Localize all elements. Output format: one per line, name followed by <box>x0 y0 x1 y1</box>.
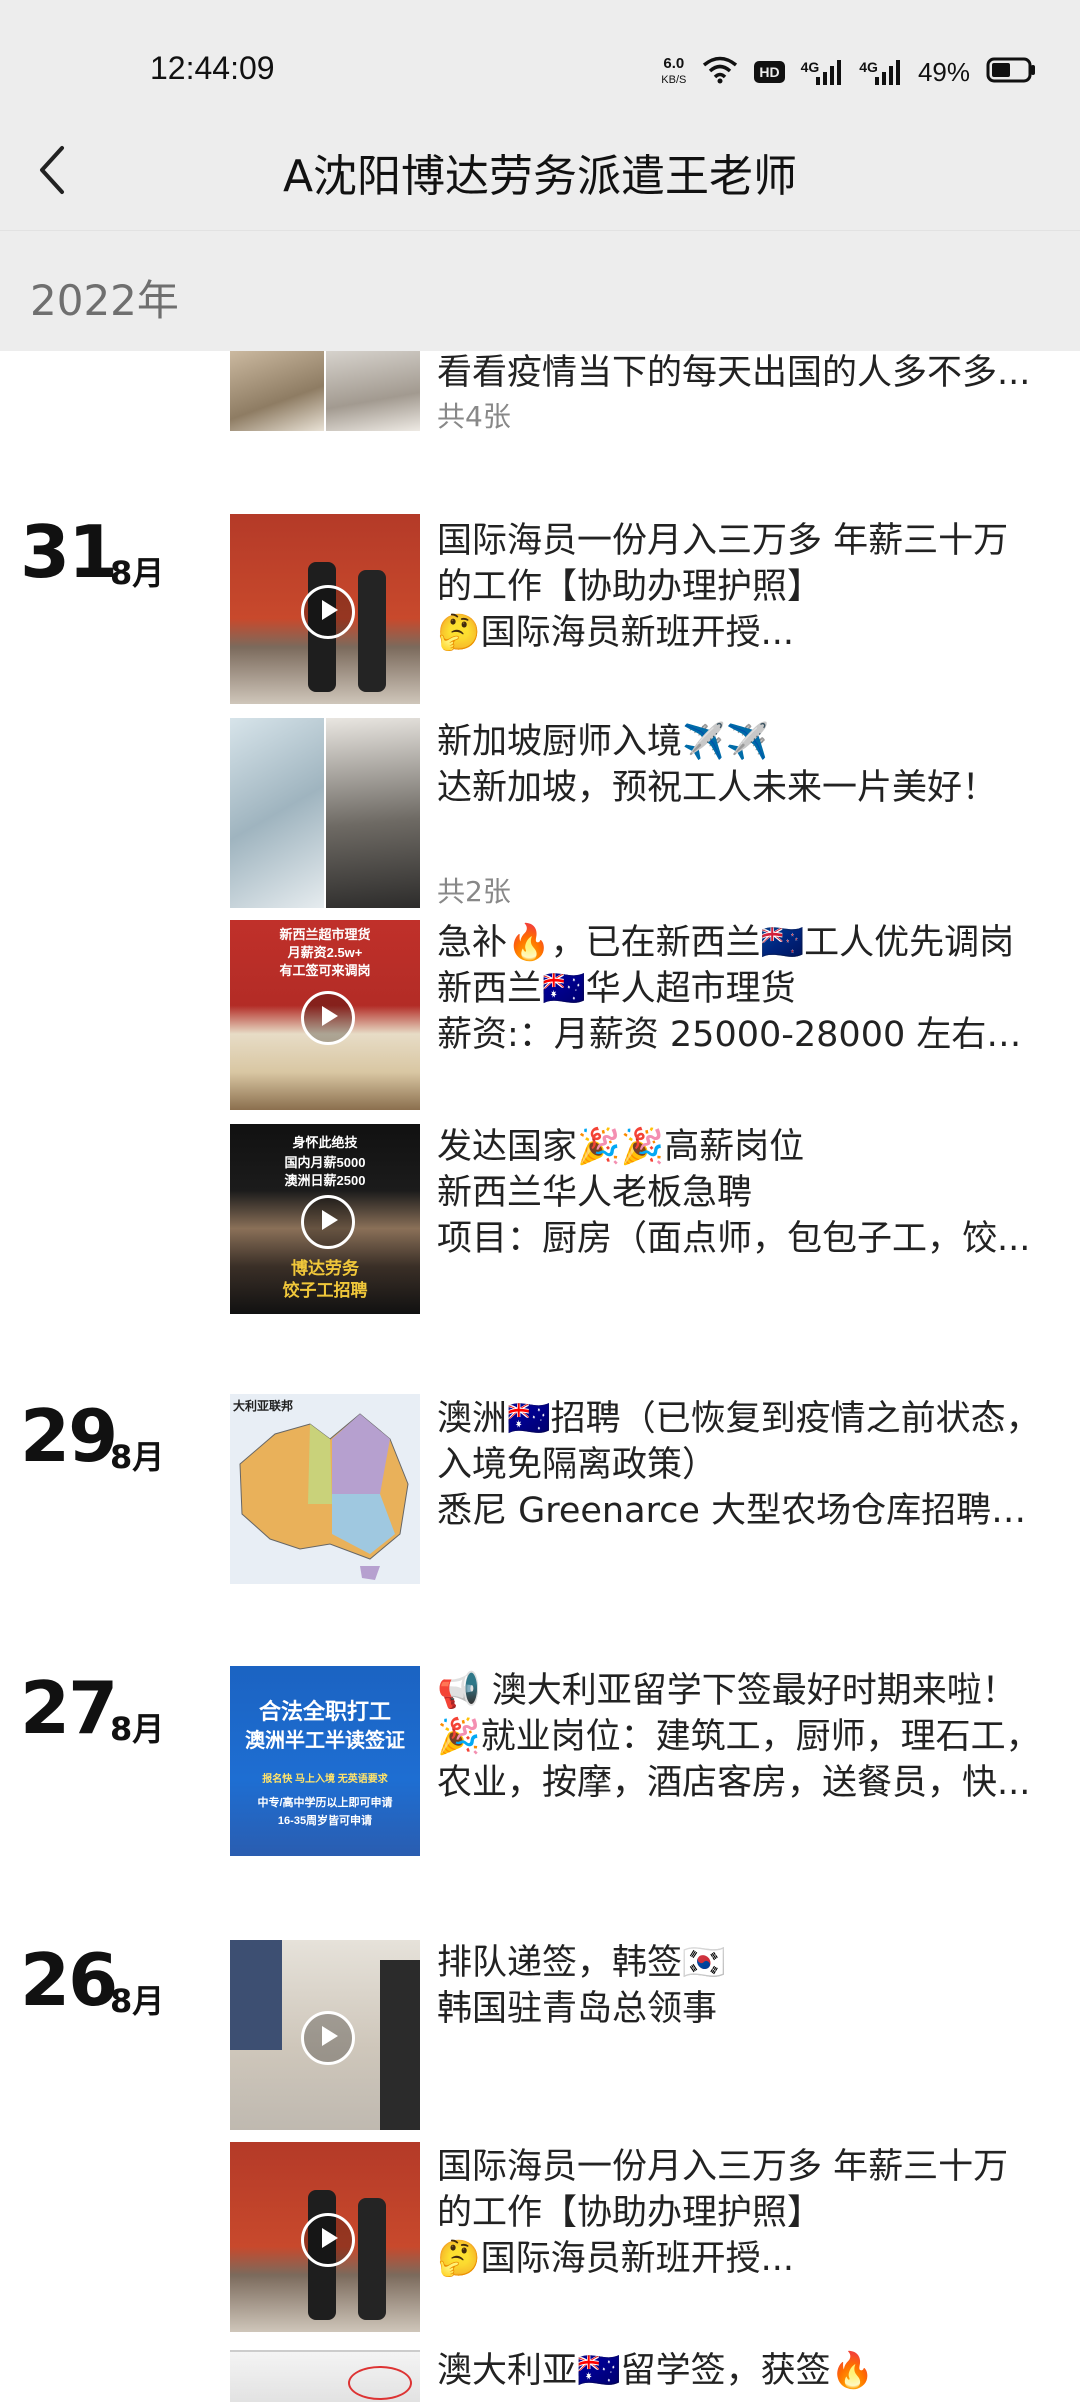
post-text: 澳大利亚🇦🇺留学签，获签🔥 <box>437 2348 1047 2394</box>
page-title: A沈阳博达劳务派遣王老师 <box>282 151 798 202</box>
thumb-caption: 饺子工招聘 <box>282 1281 368 1300</box>
post-text: 发达国家🎉🎉高薪岗位 新西兰华人老板急聘 项目：厨房（面点师，包包子工，饺... <box>437 1124 1047 1262</box>
post-thumbnail[interactable] <box>230 2350 420 2402</box>
post-text-line: 农业，按摩，酒店客房，送餐员，快... <box>437 1763 1031 1803</box>
battery-percent: 49% <box>917 56 970 87</box>
date-day: 27 <box>20 1666 118 1750</box>
signal-icon-2: 4G <box>859 59 902 85</box>
thumb-caption: 有工签可来调岗 <box>279 963 371 978</box>
post-thumbnail[interactable]: 合法全职打工 澳洲半工半读签证 报名快 马上入境 无英语要求 中专/高中学历以上… <box>230 1666 420 1856</box>
post-text-line: 发达国家🎉🎉高薪岗位 <box>437 1127 805 1167</box>
date-month: 8月 <box>110 1710 165 1748</box>
date-month: 8月 <box>110 554 165 592</box>
date-month: 8月 <box>110 1982 165 2020</box>
signal-1-label: 4G <box>800 59 820 75</box>
date-day: 31 <box>20 510 118 594</box>
battery-icon <box>986 57 1036 88</box>
map-graphic <box>239 1413 409 1580</box>
year-header: 2022年 <box>0 231 1080 351</box>
post-text-line: 排队递签，韩签🇰🇷 <box>437 1943 726 1983</box>
post-text-line: 新西兰华人老板急聘 <box>437 1173 753 1213</box>
signal-icon-1: 4G <box>801 59 844 85</box>
play-icon <box>301 585 355 639</box>
play-icon <box>301 2011 355 2065</box>
post-text-line: 的工作【协助办理护照】 <box>437 567 823 607</box>
video-thumbnail[interactable] <box>230 1940 420 2130</box>
thumb-caption: 身怀此绝技 <box>292 1135 358 1150</box>
date-day: 29 <box>20 1394 118 1478</box>
post-text: 国际海员一份月入三万多 年薪三十万 的工作【协助办理护照】 🤔国际海员新班开授.… <box>437 518 1047 656</box>
post-text-line: 看看疫情当下的每天出国的人多不多... <box>437 353 1031 393</box>
thumb-caption: 中专/高中学历以上即可申请 <box>257 1797 393 1809</box>
video-thumbnail[interactable] <box>230 2142 420 2332</box>
post-thumbnail[interactable] <box>230 718 420 908</box>
thumb-caption: 澳洲半工半读签证 <box>245 1730 405 1752</box>
thumb-caption: 国内月薪5000 <box>284 1155 366 1170</box>
play-icon <box>301 1195 355 1249</box>
thumb-caption: 合法全职打工 <box>258 1699 391 1724</box>
status-icons: 6.0 KB/S HD 4G 4G 49% <box>661 50 1036 94</box>
status-time: 12:44:09 <box>150 50 275 86</box>
post-text-line: 澳大利亚🇦🇺留学签，获签🔥 <box>437 2351 875 2391</box>
play-icon <box>301 2213 355 2267</box>
post-text-line: 韩国驻青岛总领事 <box>437 1989 718 2029</box>
nav-bar: A沈阳博达劳务派遣王老师 <box>0 110 1080 231</box>
post-text: 排队递签，韩签🇰🇷 韩国驻青岛总领事 <box>437 1940 1047 2032</box>
post-text-line: 澳洲🇦🇺招聘（已恢复到疫情之前状态， <box>437 1399 1041 1439</box>
post-text-line: 🤔国际海员新班开授... <box>437 613 794 653</box>
signal-2-label: 4G <box>859 59 878 75</box>
thumb-caption: 报名快 马上入境 无英语要求 <box>262 1774 388 1785</box>
play-icon <box>301 991 355 1045</box>
post-text: 国际海员一份月入三万多 年薪三十万 的工作【协助办理护照】 🤔国际海员新班开授.… <box>437 2144 1047 2282</box>
image-count: 共4张 <box>437 400 511 433</box>
post-thumbnail[interactable] <box>230 351 420 431</box>
post-text-line: 项目：厨房（面点师，包包子工，饺... <box>437 1219 1031 1259</box>
post-text-line: 悉尼 Greenarce 大型农场仓库招聘仓... <box>437 1491 1047 1531</box>
thumb-caption: 16-35周岁皆可申请 <box>277 1815 373 1827</box>
hd-voice-icon: HD <box>754 61 785 83</box>
post-text: 澳洲🇦🇺招聘（已恢复到疫情之前状态， 入境免隔离政策） 悉尼 Greenarce… <box>437 1396 1047 1534</box>
post-text-line: 薪资:：月薪资 25000-28000 左右（... <box>437 1015 1047 1055</box>
year-label: 2022年 <box>30 276 179 325</box>
post-text: 看看疫情当下的每天出国的人多不多... <box>437 350 1047 396</box>
post-thumbnail[interactable]: 大利亚联邦 <box>230 1394 420 1584</box>
post-text-line: 🎉就业岗位：建筑工，厨师，理石工， <box>437 1717 1041 1757</box>
post-text: 急补🔥，已在新西兰🇳🇿工人优先调岗 新西兰🇦🇺华人超市理货 薪资:：月薪资 25… <box>437 920 1047 1058</box>
video-thumbnail[interactable] <box>230 514 420 704</box>
thumb-caption: 新西兰超市理货 <box>279 927 371 942</box>
post-text-line: 国际海员一份月入三万多 年薪三十万 <box>437 521 1009 561</box>
post-text-line: 新加坡厨师入境✈️✈️ <box>437 722 770 762</box>
post-text: 新加坡厨师入境✈️✈️ 达新加坡，预祝工人未来一片美好！ <box>437 719 1047 811</box>
post-text-line: 达新加坡，预祝工人未来一片美好！ <box>437 768 998 808</box>
post-text: 📢 澳大利亚留学下签最好时期来啦！ 🎉就业岗位：建筑工，厨师，理石工， 农业，按… <box>437 1668 1047 1806</box>
network-speed-unit: KB/S <box>661 74 687 86</box>
video-thumbnail[interactable]: 新西兰超市理货 月薪资2.5w+ 有工签可来调岗 <box>230 920 420 1110</box>
post-text-line: 🤔国际海员新班开授... <box>437 2239 794 2279</box>
network-speed: 6.0 KB/S <box>661 56 686 88</box>
post-text-line: 急补🔥，已在新西兰🇳🇿工人优先调岗 <box>437 923 1015 963</box>
image-count: 共2张 <box>437 875 511 908</box>
wifi-icon <box>702 56 738 89</box>
network-speed-value: 6.0 <box>663 55 685 72</box>
thumb-caption: 澳洲日薪2500 <box>284 1173 366 1188</box>
video-thumbnail[interactable]: 身怀此绝技 国内月薪5000 澳洲日薪2500 博达劳务 饺子工招聘 <box>230 1124 420 1314</box>
date-day: 26 <box>20 1938 118 2022</box>
post-text-line: 新西兰🇦🇺华人超市理货 <box>437 969 796 1009</box>
thumb-caption: 月薪资2.5w+ <box>287 945 363 960</box>
post-text-line: 入境免隔离政策） <box>437 1445 718 1485</box>
post-text-line: 📢 澳大利亚留学下签最好时期来啦！ <box>437 1671 1017 1711</box>
post-text-line: 的工作【协助办理护照】 <box>437 2193 823 2233</box>
post-text-line: 国际海员一份月入三万多 年薪三十万 <box>437 2147 1009 2187</box>
date-month: 8月 <box>110 1438 165 1476</box>
